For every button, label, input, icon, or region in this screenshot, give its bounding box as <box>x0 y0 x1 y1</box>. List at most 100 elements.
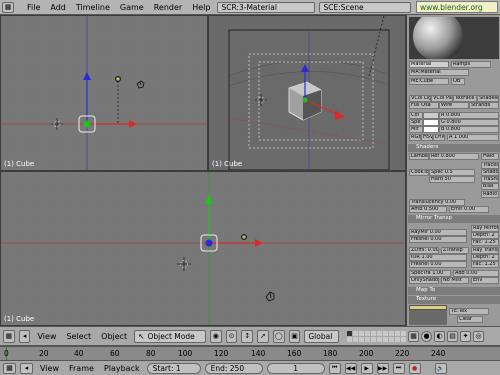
viewport-top-right[interactable]: (1) Cube <box>208 15 406 171</box>
radiosity-context-icon[interactable]: ◎ <box>473 330 484 342</box>
menu-timeline[interactable]: Timeline <box>71 3 115 12</box>
prev-keyframe-icon[interactable]: ◀◀ <box>344 362 357 374</box>
layer-button[interactable] <box>364 330 370 336</box>
menu-view[interactable]: View <box>34 332 59 341</box>
vcol-light-button[interactable]: VCol Light <box>409 95 431 102</box>
spe-swatch[interactable] <box>423 119 439 126</box>
g-value-slider[interactable]: G 0.800 <box>439 119 499 126</box>
spec-shader-select[interactable]: CookTorr <box>409 169 429 176</box>
transp-fresnel-slider[interactable]: Fresnel 0.00 <box>409 261 467 268</box>
layer-button[interactable] <box>376 330 382 336</box>
b-value-slider[interactable]: B 0.800 <box>439 126 499 133</box>
buttons-editor-type-icon[interactable]: ▦ <box>408 330 419 342</box>
mir-swatch[interactable] <box>423 126 439 133</box>
next-keyframe-icon[interactable]: ▶▶ <box>376 362 389 374</box>
jump-end-icon[interactable]: ⏭ <box>392 362 405 374</box>
r-value-slider[interactable]: R 0.800 <box>439 112 499 119</box>
texture-name-field[interactable]: TE:Tex <box>449 308 489 315</box>
col-label[interactable]: Col <box>409 112 423 119</box>
zoffs-field[interactable]: ZOffs: 0.000 <box>409 247 439 254</box>
menu-select[interactable]: Select <box>63 332 94 341</box>
clear-texture-button[interactable]: Clear <box>457 316 483 323</box>
current-frame-field[interactable]: 1 <box>266 362 325 374</box>
layer-button[interactable] <box>352 330 358 336</box>
alpha-slider[interactable]: A 1.000 <box>447 134 499 141</box>
viewport-top-left[interactable]: (1) Cube <box>0 15 208 171</box>
add-slider[interactable]: Add 0.00 <box>453 270 499 277</box>
vcol-paint-button[interactable]: VCol Paint <box>431 95 453 102</box>
col-swatch[interactable] <box>423 112 439 119</box>
onlyshadow-toggle[interactable]: OnlyShadow <box>409 277 439 284</box>
fac-field[interactable]: Fac: 1.25 <box>471 239 499 246</box>
amb-slider[interactable]: Amb 0.500 <box>409 206 447 213</box>
diffuse-ref-slider[interactable]: Ref 0.800 <box>429 153 479 160</box>
layer-button[interactable] <box>346 330 352 336</box>
layer-button[interactable] <box>388 330 394 336</box>
bias-toggle[interactable]: Bias <box>481 183 499 190</box>
collapse-menus-icon[interactable]: ◂ <box>18 329 31 343</box>
transp-fac-field[interactable]: Fac: 1.25 <box>471 261 499 268</box>
ray-mirror-toggle[interactable]: Ray Mirror <box>471 225 499 232</box>
shadeless-button[interactable]: Shadeless <box>477 95 499 102</box>
timeline-collapse-icon[interactable]: ◂ <box>20 362 33 374</box>
hard-slider[interactable]: Hard 50 <box>429 176 475 183</box>
translate-manipulator-icon[interactable]: ➚ <box>257 329 269 343</box>
audio-sync-icon[interactable]: 🔈 <box>434 362 447 374</box>
blender-url[interactable]: www.blender.org <box>416 1 498 13</box>
traceable-toggle[interactable]: Traceable <box>481 162 499 169</box>
menu-file[interactable]: File <box>22 3 45 12</box>
menu-help[interactable]: Help <box>187 3 215 12</box>
timeline-menu-frame[interactable]: Frame <box>66 364 97 373</box>
no-mist-toggle[interactable]: No Mist <box>441 277 469 284</box>
strands-button[interactable]: Strands <box>469 102 499 109</box>
hsv-mode-button[interactable]: HSV <box>421 134 433 141</box>
radio-toggle[interactable]: Radio <box>481 191 499 198</box>
orientation-selector[interactable]: Global <box>304 329 339 343</box>
viewport-bottom[interactable]: (1) Cube <box>0 171 406 326</box>
emit-slider[interactable]: Emit 0.00 <box>449 206 489 213</box>
shaders-header[interactable]: Shaders <box>408 144 500 152</box>
dyn-mode-button[interactable]: DYN <box>433 134 445 141</box>
tab-material[interactable]: Material <box>409 61 449 68</box>
world-context-icon[interactable]: ◐ <box>434 330 445 342</box>
draw-type-icon[interactable]: ◉ <box>209 329 222 343</box>
shadow-toggle[interactable]: Shadow <box>481 169 499 176</box>
end-frame-field[interactable]: End: 250 <box>204 362 263 374</box>
scale-manipulator-icon[interactable]: ▣ <box>288 329 301 343</box>
spe-label[interactable]: Spe <box>409 119 423 126</box>
depth-field[interactable]: Depth: 2 <box>471 232 499 239</box>
lamp-context-icon[interactable]: ✦ <box>460 330 471 342</box>
ob-link-button[interactable]: OB <box>451 78 465 85</box>
material-name-field[interactable]: MA:Material <box>409 69 469 76</box>
ztransp-toggle[interactable]: ZTransp <box>441 247 469 254</box>
layer-button[interactable] <box>376 336 382 342</box>
translucency-slider[interactable]: Translucency 0.00 <box>409 199 465 206</box>
mirror-transp-header[interactable]: Mirror Transp <box>408 215 500 223</box>
start-frame-field[interactable]: Start: 1 <box>146 362 201 374</box>
mesh-name-field[interactable]: ME:Cube <box>409 78 449 85</box>
trashado-toggle[interactable]: TraShado <box>481 176 499 183</box>
material-context-icon[interactable]: ● <box>421 330 432 342</box>
ior-slider[interactable]: IOR 1.00 <box>409 254 467 261</box>
env-toggle[interactable]: Env <box>471 277 499 284</box>
diffuse-shader-select[interactable]: Lambert <box>409 153 429 160</box>
transp-depth-field[interactable]: Depth: 2 <box>471 254 499 261</box>
texface-button[interactable]: TexFace <box>453 95 477 102</box>
jump-start-icon[interactable]: ⏮ <box>328 362 341 374</box>
menu-object[interactable]: Object <box>98 332 130 341</box>
menu-add[interactable]: Add <box>45 3 71 12</box>
layer-button[interactable] <box>382 336 388 342</box>
layer-button[interactable] <box>382 330 388 336</box>
texture-slot-active[interactable] <box>409 305 447 310</box>
ray-transp-toggle[interactable]: Ray Transp <box>471 247 499 254</box>
screen-selector[interactable]: SCR:3-Material <box>217 1 316 13</box>
layer-button[interactable] <box>364 336 370 342</box>
texture-slot-list[interactable] <box>409 305 447 325</box>
layer-buttons[interactable] <box>346 330 406 342</box>
rgb-mode-button[interactable]: RGB <box>409 134 421 141</box>
layer-button[interactable] <box>352 336 358 342</box>
timeline-menu-playback[interactable]: Playback <box>101 364 143 373</box>
window-type-icon[interactable]: ▦ <box>2 1 14 13</box>
menu-game[interactable]: Game <box>115 3 149 12</box>
rotate-manipulator-icon[interactable]: ◯ <box>272 329 285 343</box>
